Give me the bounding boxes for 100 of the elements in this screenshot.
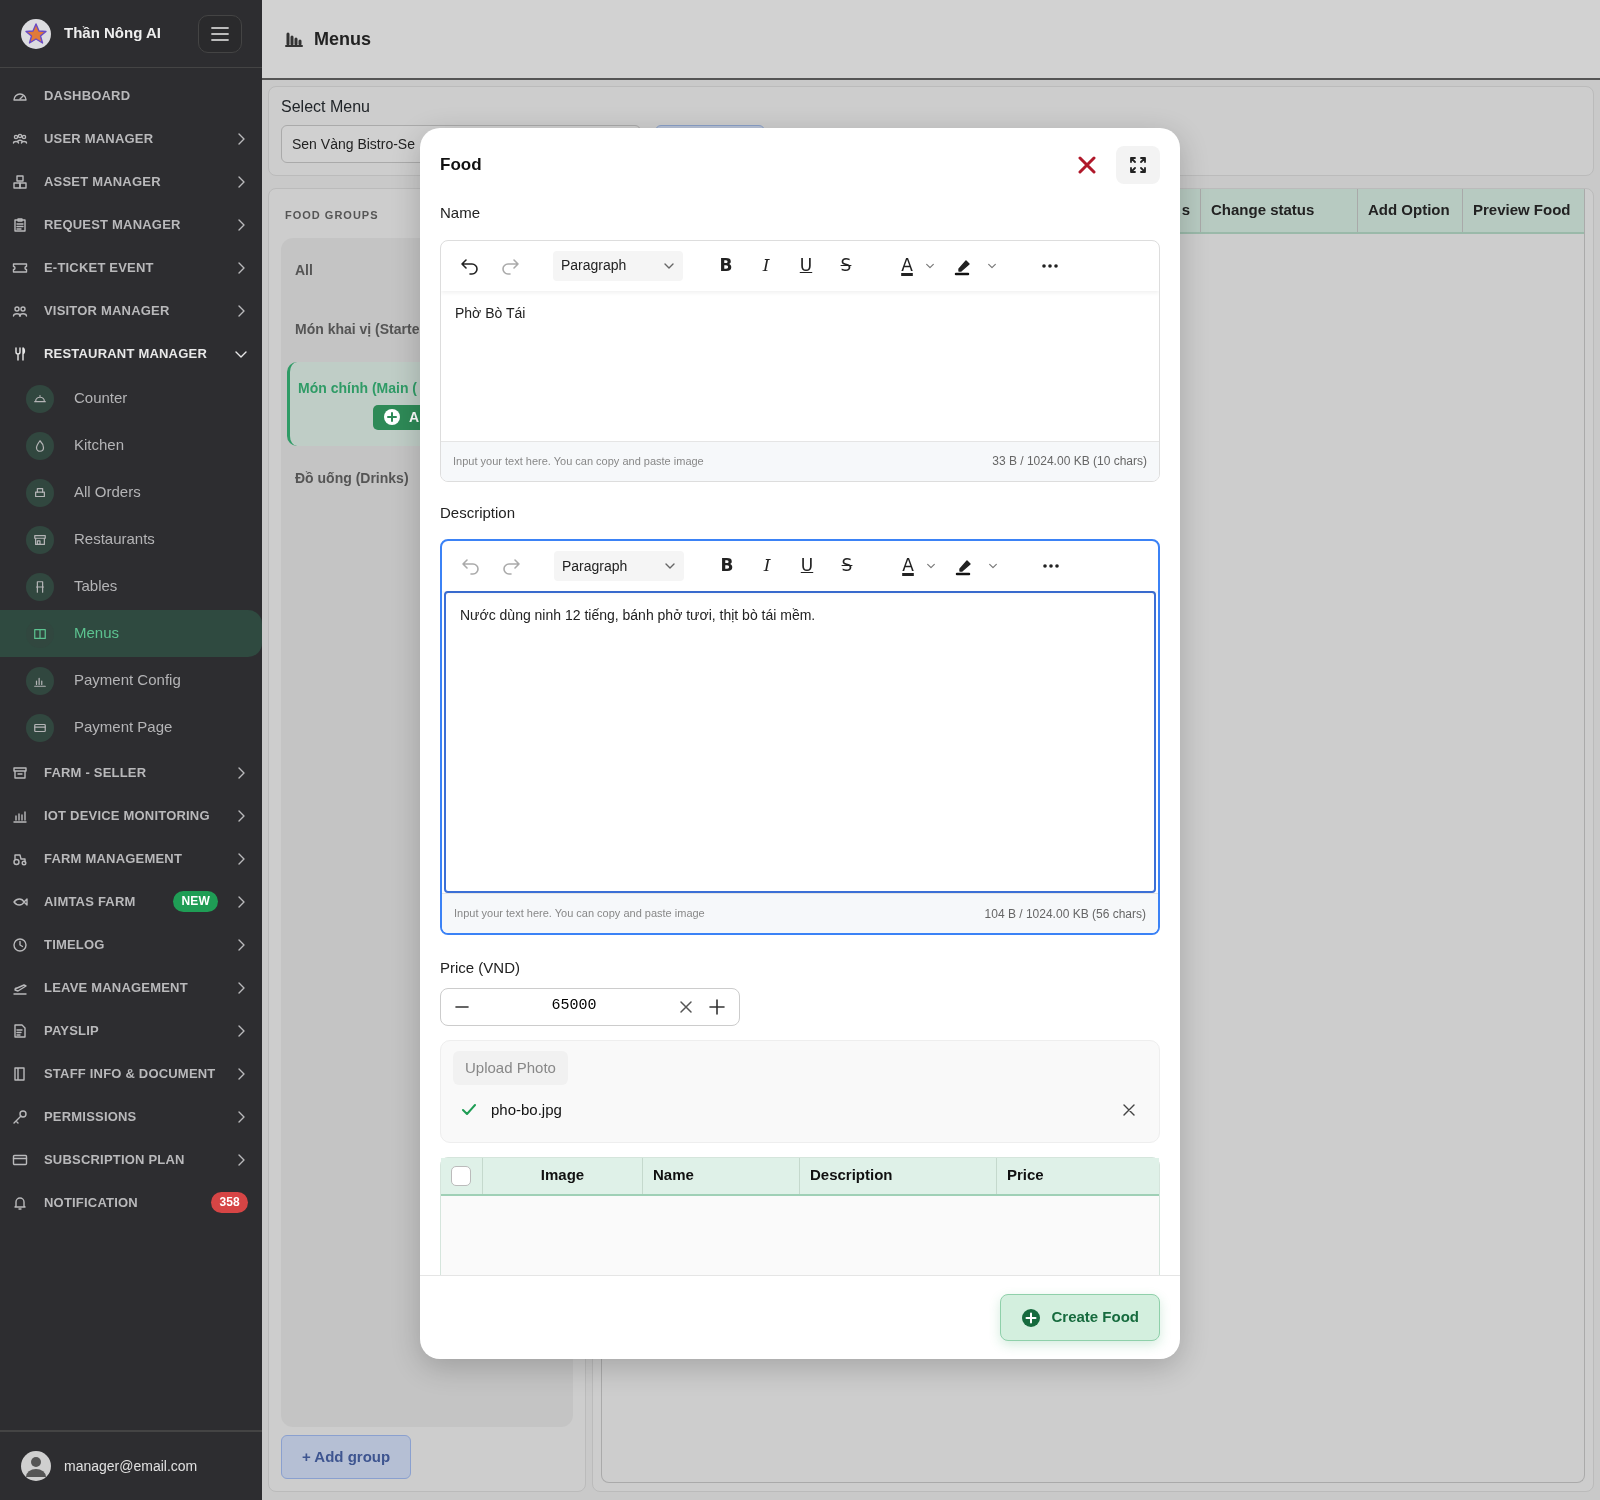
- document-icon: [12, 1065, 28, 1082]
- redo-icon: [500, 256, 520, 275]
- field-label: Price (VND): [440, 958, 521, 978]
- sidebar-subitem[interactable]: Counter: [0, 375, 262, 422]
- sidebar-item[interactable]: NOTIFICATION 358: [0, 1181, 262, 1224]
- italic-button[interactable]: I: [750, 549, 784, 583]
- editor-hint: Input your text here. You can copy and paste image: [454, 906, 705, 922]
- store-icon: [33, 532, 47, 547]
- key-icon: [12, 1108, 28, 1125]
- sidebar-item[interactable]: LEAVE MANAGEMENT: [0, 966, 262, 1009]
- utensils-icon: [12, 345, 28, 362]
- sidebar-subitem[interactable]: Menus: [0, 610, 262, 657]
- sidebar-item[interactable]: IOT DEVICE MONITORING: [0, 794, 262, 837]
- sidebar-item[interactable]: SUBSCRIPTION PLAN: [0, 1138, 262, 1181]
- strikethrough-button[interactable]: S: [830, 549, 864, 583]
- sidebar-subitem[interactable]: All Orders: [0, 469, 262, 516]
- menu-icon: [210, 24, 230, 43]
- size-counter: 33 B / 1024.00 KB (10 chars): [992, 453, 1147, 470]
- field-label: Select Menu: [281, 97, 371, 117]
- column-header: Preview Food: [1462, 189, 1584, 232]
- redo-icon: [501, 557, 521, 575]
- size-counter: 104 B / 1024.00 KB (56 chars): [984, 905, 1146, 923]
- book-icon: [33, 626, 47, 641]
- column-header: Add Option: [1357, 189, 1462, 232]
- boxes-icon: [12, 173, 28, 190]
- minus-icon: [455, 1005, 469, 1008]
- column-header: Name: [643, 1157, 800, 1194]
- undo-icon: [460, 256, 480, 275]
- select-all-checkbox[interactable]: [451, 1165, 471, 1186]
- column-header: Description: [800, 1157, 997, 1194]
- field-label: Name: [440, 203, 481, 223]
- column-header: Price: [1006, 1165, 1045, 1186]
- bold-button[interactable]: B: [709, 248, 743, 283]
- sidebar-item[interactable]: TIMELOG: [0, 923, 262, 966]
- column-header: Change status: [1200, 189, 1357, 232]
- underline-button[interactable]: U: [789, 248, 823, 283]
- editor-text: Nước dùng ninh 12 tiếng, bánh phở tươi, thịt bò tái mềm.: [460, 607, 816, 623]
- sidebar-item[interactable]: PAYSLIP: [0, 1009, 262, 1052]
- sidebar-item[interactable]: ASSET MANAGER: [0, 160, 262, 203]
- group-name: Món chính (Main (: [298, 378, 417, 398]
- close-icon: [1123, 1104, 1135, 1117]
- avatar-icon: [20, 1450, 52, 1482]
- rich-text-editor[interactable]: Paragraph B I U S A Phờ Bò Tái Input your text here. You can copy and paste image 33 B / 1024.00 KB (10 chars): [440, 239, 1160, 482]
- sidebar-item[interactable]: FARM - SELLER: [0, 751, 262, 794]
- sidebar-item[interactable]: FARM MANAGEMENT: [0, 837, 262, 880]
- chair-icon: [33, 579, 47, 594]
- status-badge: 358: [211, 1192, 248, 1213]
- editor-text: Phờ Bò Tái: [455, 304, 526, 321]
- bold-button[interactable]: B: [710, 549, 744, 583]
- printer-icon: [33, 485, 47, 500]
- sidebar-item[interactable]: STAFF INFO & DOCUMENT: [0, 1052, 262, 1095]
- close-icon: [1078, 156, 1096, 174]
- sidebar-item[interactable]: RESTAURANT MANAGER: [0, 332, 262, 375]
- undo-icon: [461, 557, 481, 575]
- column-header: Image: [483, 1157, 643, 1194]
- file-name: pho-bo.jpg: [491, 1100, 563, 1120]
- sidebar-item[interactable]: DASHBOARD: [0, 74, 262, 117]
- payslip-icon: [12, 1022, 28, 1039]
- block-style-dropdown[interactable]: Paragraph: [553, 250, 683, 281]
- sidebar-subitem[interactable]: Payment Page: [0, 704, 262, 751]
- rich-text-editor[interactable]: Paragraph B I U S A Nước dùng ninh 12 tiếng, bánh phở tươi, thịt bò tái mềm. Input your text here. You can copy and paste image 104 B / 1024.00 KB (56 chars): [440, 539, 1160, 935]
- sidebar-subitem[interactable]: Tables: [0, 563, 262, 610]
- sidebar-item[interactable]: USER MANAGER: [0, 117, 262, 160]
- italic-button[interactable]: I: [749, 248, 783, 283]
- block-style-dropdown[interactable]: Paragraph: [554, 551, 684, 581]
- clipboard-icon: [12, 216, 28, 233]
- sidebar-subitem[interactable]: Kitchen: [0, 422, 262, 469]
- chevron-down-icon: [926, 561, 936, 571]
- more-icon: [1042, 563, 1060, 569]
- user-email: manager@email.com: [64, 1456, 198, 1476]
- field-label: Description: [440, 502, 517, 523]
- sidebar-item[interactable]: VISITOR MANAGER: [0, 289, 262, 332]
- sidebar-item[interactable]: REQUEST MANAGER: [0, 203, 262, 246]
- close-icon: [679, 999, 693, 1014]
- sidebar-item[interactable]: PERMISSIONS: [0, 1095, 262, 1138]
- dialog-title: Food: [440, 154, 483, 177]
- section-heading: FOOD GROUPS: [284, 208, 380, 223]
- add-group-button[interactable]: + Add group: [281, 1434, 412, 1479]
- clock-icon: [12, 936, 28, 953]
- plus-icon: [709, 998, 725, 1015]
- sidebar-item[interactable]: E-TICKET EVENT: [0, 246, 262, 289]
- bell-icon: [12, 1194, 28, 1211]
- store-icon: [12, 764, 28, 781]
- sidebar-subitem[interactable]: Payment Config: [0, 657, 262, 704]
- create-food-button[interactable]: Create Food: [1000, 1294, 1160, 1341]
- text-color-button[interactable]: A: [896, 549, 920, 583]
- editor-hint: Input your text here. You can copy and paste image: [453, 453, 704, 469]
- text-color-button[interactable]: A: [895, 248, 919, 283]
- brand-name: Thần Nông AI: [64, 23, 162, 44]
- strikethrough-button[interactable]: S: [829, 248, 863, 283]
- chevron-down-icon: [988, 561, 998, 571]
- sidebar-item[interactable]: AIMTAS FARM NEW: [0, 880, 262, 923]
- menu-button[interactable]: [198, 14, 242, 53]
- sidebar-subitem[interactable]: Restaurants: [0, 516, 262, 563]
- underline-button[interactable]: U: [790, 549, 824, 583]
- logo-icon: [20, 17, 52, 50]
- price-field[interactable]: 65000: [440, 987, 740, 1026]
- fullscreen-button[interactable]: [1116, 146, 1160, 184]
- bar-chart-icon: [284, 30, 304, 48]
- page-title: Menus: [314, 27, 371, 51]
